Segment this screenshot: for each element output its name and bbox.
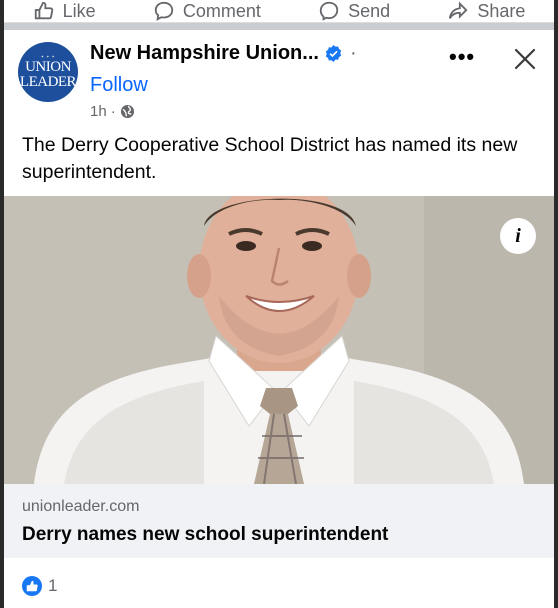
meta-separator: · [110,103,116,120]
name-separator: · [349,42,357,64]
like-reaction-icon [22,576,42,596]
thumbs-up-icon [34,1,53,20]
more-options-button[interactable]: ••• [449,44,475,70]
avatar-ornament: ✦ ✦ ✦ [40,53,56,59]
reactions-summary[interactable]: 1 [22,576,57,596]
feed-divider [4,23,554,30]
post-text: The Derry Cooperative School District ha… [22,134,518,183]
messenger-icon [319,1,339,21]
info-button[interactable]: i [500,218,536,254]
share-icon [449,1,468,19]
avatar-logo-line2: LEADER [19,73,77,90]
superintendent-portrait [4,196,554,484]
reaction-count: 1 [48,576,58,595]
app-frame: Like Comment Send Share ✦ ✦ ✦ UNION LEAD… [4,0,554,608]
follow-button[interactable]: Follow [90,74,148,97]
share-button[interactable]: Share [447,0,525,22]
avatar-logo-line1: UNION [25,58,71,75]
post-time[interactable]: 1h [90,103,107,120]
link-preview[interactable]: unionleader.com Derry names new school s… [4,484,554,558]
previous-post-action-bar: Like Comment Send Share [4,0,554,23]
comment-button[interactable]: Comment [153,0,261,22]
send-button[interactable]: Send [318,0,390,22]
comment-icon [154,1,173,21]
post-photo[interactable]: i [4,196,554,484]
link-title[interactable]: Derry names new school superintendent [22,524,388,546]
page-name-row: New Hampshire Union... · [90,42,357,65]
page-avatar[interactable]: ✦ ✦ ✦ UNION LEADER [18,42,78,102]
page-name-link[interactable]: New Hampshire Union... [90,42,319,65]
like-button[interactable]: Like [33,0,96,22]
post-meta: 1h · [90,103,135,120]
close-icon[interactable] [512,46,538,72]
post-card: ✦ ✦ ✦ UNION LEADER New Hampshire Union..… [4,30,554,608]
link-domain: unionleader.com [22,498,140,515]
globe-icon [120,104,134,119]
verified-badge-icon [325,45,342,62]
